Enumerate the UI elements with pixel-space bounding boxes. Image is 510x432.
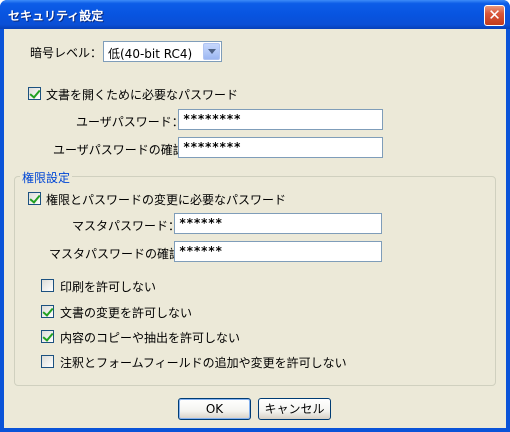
user-password-confirm-field[interactable]: ******** — [178, 137, 383, 158]
no-copy-checkbox[interactable] — [41, 330, 54, 343]
security-settings-dialog: セキュリティ設定 ✕ 暗号レベル： 低(40-bit RC4) 文書を開くために… — [0, 0, 510, 432]
window-title: セキュリティ設定 — [8, 9, 104, 23]
permissions-password-checkbox[interactable] — [28, 192, 41, 205]
no-print-checkbox[interactable] — [41, 279, 54, 292]
master-password-confirm-label: マスタパスワードの確認： — [49, 247, 194, 261]
no-print-label: 印刷を許可しない — [60, 280, 157, 294]
master-password-field[interactable]: ****** — [174, 213, 382, 234]
dialog-body: 暗号レベル： 低(40-bit RC4) 文書を開くために必要なパスワード ユー… — [4, 29, 506, 428]
no-modify-label: 文書の変更を許可しない — [60, 306, 193, 320]
user-password-field[interactable]: ******** — [178, 109, 383, 130]
user-password-label: ユーザパスワード： — [76, 115, 184, 129]
encryption-level-value: 低(40-bit RC4) — [108, 47, 193, 61]
master-password-label: マスタパスワード： — [72, 219, 181, 233]
close-icon[interactable]: ✕ — [484, 5, 505, 26]
open-password-label: 文書を開くために必要なパスワード — [46, 88, 239, 102]
encryption-level-label: 暗号レベル： — [30, 46, 103, 60]
permissions-group-title: 権限設定 — [20, 169, 73, 186]
master-password-confirm-field[interactable]: ****** — [174, 241, 382, 262]
no-modify-checkbox[interactable] — [41, 305, 54, 318]
title-bar[interactable]: セキュリティ設定 ✕ — [0, 0, 510, 29]
no-annotations-checkbox[interactable] — [41, 355, 54, 368]
no-copy-label: 内容のコピーや抽出を許可しない — [60, 331, 241, 345]
encryption-level-select[interactable]: 低(40-bit RC4) — [103, 41, 222, 62]
permissions-password-label: 権限とパスワードの変更に必要なパスワード — [46, 193, 287, 207]
user-password-confirm-label: ユーザパスワードの確認： — [53, 143, 197, 157]
ok-button[interactable]: OK — [178, 398, 251, 420]
no-annotations-label: 注釈とフォームフィールドの追加や変更を許可しない — [60, 356, 347, 370]
cancel-button[interactable]: キャンセル — [258, 398, 331, 420]
chevron-down-icon[interactable] — [203, 43, 220, 60]
open-password-checkbox[interactable] — [28, 87, 41, 100]
